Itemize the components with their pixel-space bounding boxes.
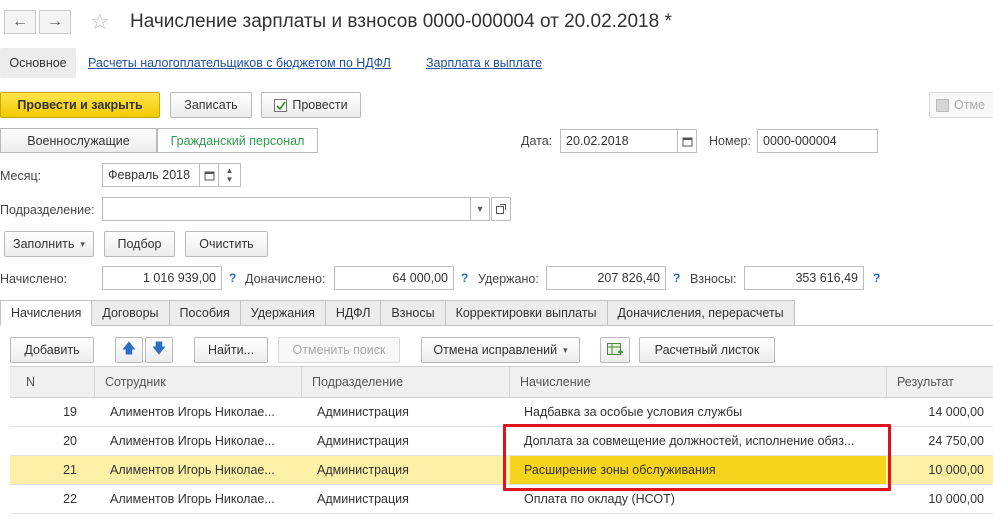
table-header: N Сотрудник Подразделение Начисление Рез… <box>10 366 993 398</box>
contrib-label: Взносы: <box>690 272 737 286</box>
fill-button[interactable]: Заполнить ▾ <box>4 231 94 257</box>
arrow-right-icon: → <box>47 13 63 30</box>
cancel-corrections-label: Отмена исправлений <box>433 343 558 357</box>
link-salary-payout[interactable]: Зарплата к выплате <box>426 56 542 70</box>
col-accrual[interactable]: Начисление <box>510 367 887 397</box>
payslip-button[interactable]: Расчетный листок <box>639 337 775 363</box>
stepper-down-icon: ▼ <box>225 175 234 184</box>
month-calendar-icon[interactable] <box>199 163 219 187</box>
cell-division: Администрация <box>317 405 409 419</box>
chevron-down-icon: ▾ <box>563 344 568 355</box>
cancel-posting-button[interactable]: Отме <box>929 92 993 118</box>
month-label: Месяц: <box>0 169 42 183</box>
date-label: Дата: <box>521 134 553 148</box>
extra-label: Доначислено: <box>245 272 326 286</box>
back-button[interactable]: ← <box>4 10 36 34</box>
cancel-posting-icon <box>936 98 949 112</box>
arrow-down-icon: 🡇 <box>151 340 167 356</box>
post-button-label: Провести <box>292 98 348 112</box>
contrib-field: 353 616,49 <box>744 266 864 290</box>
extra-help-icon[interactable]: ? <box>461 271 468 285</box>
tab-ndfl[interactable]: НДФЛ <box>325 300 382 326</box>
withheld-help-icon[interactable]: ? <box>673 271 680 285</box>
save-button[interactable]: Записать <box>170 92 252 118</box>
page-title: Начисление зарплаты и взносов 0000-00000… <box>130 11 672 32</box>
cell-n: 21 <box>63 463 77 477</box>
tab-strip: Начисления Договоры Пособия Удержания НД… <box>0 300 795 326</box>
arrow-up-icon: 🡅 <box>121 340 137 356</box>
stepper-up-icon: ▲ <box>225 166 234 175</box>
cell-result: 14 000,00 <box>928 405 984 419</box>
table-row[interactable]: 19 Алиментов Игорь Николае... Администра… <box>10 398 993 427</box>
forward-button[interactable]: → <box>39 10 71 34</box>
cell-employee: Алиментов Игорь Николае... <box>110 405 275 419</box>
tab-contracts[interactable]: Договоры <box>92 300 170 326</box>
withheld-label: Удержано: <box>478 272 539 286</box>
cell-employee: Алиментов Игорь Николае... <box>110 434 275 448</box>
date-field[interactable]: 20.02.2018 <box>560 129 678 153</box>
tab-benefits[interactable]: Пособия <box>169 300 241 326</box>
month-field[interactable]: Февраль 2018 <box>102 163 200 187</box>
favorite-star-icon[interactable]: ☆ <box>90 9 110 35</box>
arrow-left-icon: ← <box>12 13 28 30</box>
cancel-corrections-button[interactable]: Отмена исправлений ▾ <box>421 337 580 363</box>
segment-civil[interactable]: Гражданский персонал <box>157 128 318 153</box>
tab-deductions[interactable]: Удержания <box>240 300 326 326</box>
col-result[interactable]: Результат <box>887 367 993 397</box>
division-dropdown-icon[interactable]: ▾ <box>470 197 490 221</box>
number-field[interactable]: 0000-000004 <box>757 129 878 153</box>
cell-result: 24 750,00 <box>928 434 984 448</box>
cell-n: 22 <box>63 492 77 506</box>
withheld-field: 207 826,40 <box>546 266 666 290</box>
extra-field: 64 000,00 <box>334 266 454 290</box>
cell-employee: Алиментов Игорь Николае... <box>110 492 275 506</box>
tab-main[interactable]: Основное <box>0 48 76 78</box>
add-table-row-button[interactable] <box>600 337 630 363</box>
cell-employee: Алиментов Игорь Николае... <box>110 463 275 477</box>
cell-result: 10 000,00 <box>928 463 984 477</box>
fill-button-label: Заполнить <box>13 237 75 251</box>
cell-division: Администрация <box>317 434 409 448</box>
tab-accruals[interactable]: Начисления <box>0 300 93 326</box>
accrued-help-icon[interactable]: ? <box>229 271 236 285</box>
cancel-posting-label: Отме <box>954 98 985 112</box>
cell-division: Администрация <box>317 463 409 477</box>
add-button[interactable]: Добавить <box>10 337 94 363</box>
cell-result: 10 000,00 <box>928 492 984 506</box>
month-stepper[interactable]: ▲ ▼ <box>218 163 241 187</box>
find-button[interactable]: Найти... <box>194 337 268 363</box>
annotation-highlight-box <box>503 424 891 491</box>
pick-button[interactable]: Подбор <box>104 231 175 257</box>
number-label: Номер: <box>709 134 751 148</box>
cell-n: 20 <box>63 434 77 448</box>
chevron-down-icon: ▾ <box>80 238 85 249</box>
cancel-search-button[interactable]: Отменить поиск <box>278 337 400 363</box>
division-open-icon[interactable] <box>491 197 511 221</box>
segment-military[interactable]: Военнослужащие <box>0 128 157 153</box>
tab-contributions[interactable]: Взносы <box>381 300 446 326</box>
col-division[interactable]: Подразделение <box>302 367 510 397</box>
move-down-button[interactable]: 🡇 <box>145 337 173 363</box>
division-label: Подразделение: <box>0 203 95 217</box>
move-up-button[interactable]: 🡅 <box>115 337 143 363</box>
cell-division: Администрация <box>317 492 409 506</box>
table-add-icon <box>607 343 623 355</box>
tab-payment-corrections[interactable]: Корректировки выплаты <box>445 300 608 326</box>
calendar-icon[interactable] <box>677 129 697 153</box>
accrued-label: Начислено: <box>0 272 68 286</box>
link-ndfl-budget[interactable]: Расчеты налогоплательщиков с бюджетом по… <box>88 56 391 70</box>
col-employee[interactable]: Сотрудник <box>95 367 302 397</box>
division-field[interactable] <box>102 197 471 221</box>
post-button[interactable]: Провести <box>261 92 361 118</box>
col-n[interactable]: N <box>10 367 95 397</box>
contrib-help-icon[interactable]: ? <box>873 271 880 285</box>
clear-button[interactable]: Очистить <box>185 231 268 257</box>
tab-recalculations[interactable]: Доначисления, перерасчеты <box>607 300 795 326</box>
post-doc-icon <box>274 98 288 112</box>
cell-n: 19 <box>63 405 77 419</box>
cell-accrual: Надбавка за особые условия службы <box>524 405 743 419</box>
accrued-field: 1 016 939,00 <box>102 266 222 290</box>
post-and-close-button[interactable]: Провести и закрыть <box>0 92 160 118</box>
